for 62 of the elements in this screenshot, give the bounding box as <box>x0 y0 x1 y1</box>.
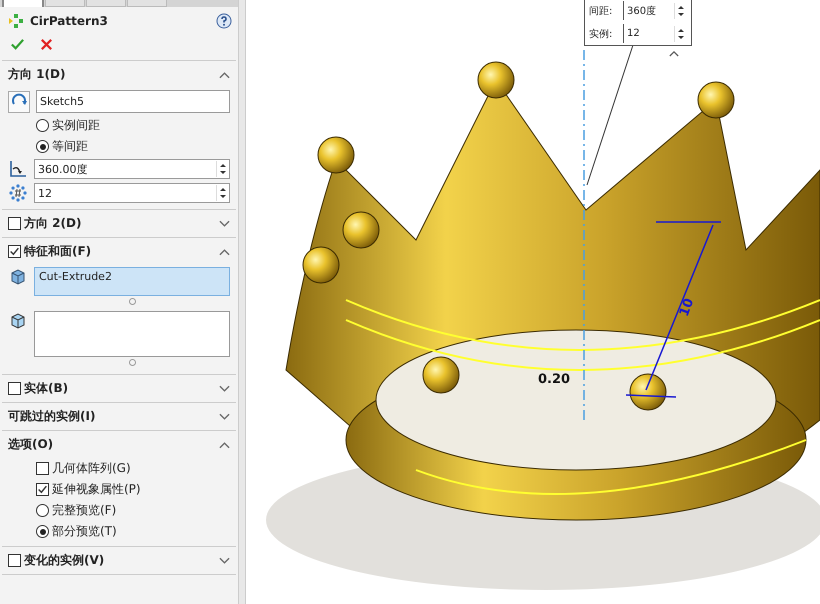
radio-option[interactable]: 部分预览(T) <box>2 521 117 542</box>
cancel-x-icon[interactable] <box>39 37 54 52</box>
feature-title: CirPattern3 <box>30 14 109 28</box>
radio-option[interactable]: 等间距 <box>2 136 88 157</box>
chevron-icon[interactable] <box>219 248 230 256</box>
section-header[interactable]: 实体(B) <box>2 375 236 402</box>
section-header[interactable]: 变化的实例(V) <box>2 547 236 574</box>
chevron-icon[interactable] <box>219 440 230 448</box>
radio-button[interactable] <box>36 140 49 153</box>
section-header[interactable]: 方向 1(D) <box>2 61 236 88</box>
section-header[interactable]: 选项(O) <box>2 431 236 458</box>
chevron-icon[interactable] <box>219 384 230 392</box>
circular-pattern-icon <box>8 13 24 29</box>
section-checkbox[interactable] <box>8 217 21 230</box>
callout-field[interactable]: 360度 <box>627 4 671 18</box>
radio-button[interactable] <box>36 504 49 517</box>
section-title: 方向 1(D) <box>8 66 66 83</box>
section-header[interactable]: 方向 2(D) <box>2 210 236 237</box>
section-checkbox[interactable] <box>8 245 21 258</box>
checkbox[interactable] <box>36 462 49 475</box>
section-checkbox[interactable] <box>8 382 21 395</box>
spinner-arrows-icon[interactable] <box>674 2 687 18</box>
callout-label: 间距: <box>589 1 624 20</box>
section-header[interactable]: 可跳过的实例(I) <box>2 403 236 430</box>
section-title: 特征和面(F) <box>24 243 92 260</box>
callout-field[interactable]: 12 <box>627 28 671 39</box>
spinner-arrows-icon[interactable] <box>216 185 229 201</box>
selection-list-box[interactable] <box>34 311 230 357</box>
selection-list-box[interactable]: Cut-Extrude2 <box>34 267 230 296</box>
chevron-icon[interactable] <box>219 412 230 420</box>
input-field[interactable]: 360.00度 <box>34 159 230 179</box>
callout-label: 实例: <box>589 24 624 43</box>
checkbox[interactable] <box>36 483 49 496</box>
panel-tab[interactable] <box>2 0 44 7</box>
section-title: 方向 2(D) <box>24 215 82 232</box>
radio-option[interactable]: 完整预览(F) <box>2 500 116 521</box>
input-field[interactable]: Sketch5 <box>36 90 230 113</box>
checkbox-option[interactable]: 几何体阵列(G) <box>2 458 131 479</box>
angle-icon <box>8 159 28 179</box>
input-field[interactable]: 12 <box>34 183 230 203</box>
dotted-circle-icon <box>8 183 28 203</box>
chevron-icon[interactable] <box>219 220 230 228</box>
chevron-icon[interactable] <box>219 556 230 564</box>
section-checkbox[interactable] <box>8 554 21 567</box>
help-icon[interactable] <box>216 13 232 29</box>
radio-option[interactable]: 实例间距 <box>2 115 100 136</box>
section-title: 可跳过的实例(I) <box>8 408 96 425</box>
ok-check-icon[interactable] <box>10 37 25 52</box>
chevron-icon[interactable] <box>219 70 230 78</box>
section-title: 变化的实例(V) <box>24 552 106 569</box>
section-title: 实体(B) <box>24 380 70 397</box>
checkbox-option[interactable]: 延伸视象属性(P) <box>2 479 141 500</box>
radio-button[interactable] <box>36 525 49 538</box>
section-title: 选项(O) <box>8 436 54 453</box>
chevron-icon[interactable] <box>669 50 679 57</box>
dimension-label[interactable]: 0.20 <box>538 372 570 387</box>
spinner-arrows-icon[interactable] <box>216 161 229 177</box>
spinner-arrows-icon[interactable] <box>674 26 687 42</box>
section-header[interactable]: 特征和面(F) <box>2 238 236 265</box>
radio-button[interactable] <box>36 119 49 132</box>
resize-handle[interactable] <box>128 359 136 366</box>
resize-handle[interactable] <box>128 298 136 305</box>
